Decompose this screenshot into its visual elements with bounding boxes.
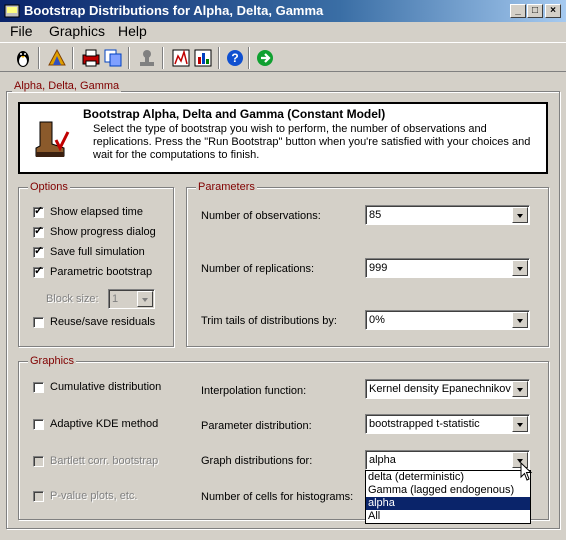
reuse-residuals-label[interactable]: Reuse/save residuals bbox=[50, 316, 155, 328]
reuse-residuals-checkbox[interactable] bbox=[33, 317, 44, 328]
graph-distributions-dropdown[interactable]: delta (deterministic) Gamma (lagged endo… bbox=[365, 470, 531, 524]
chevron-down-icon[interactable] bbox=[512, 381, 528, 397]
run-icon[interactable] bbox=[254, 47, 276, 69]
histogram-cells-label: Number of cells for histograms: bbox=[201, 491, 354, 503]
toolbar-separator bbox=[72, 47, 74, 69]
observations-label: Number of observations: bbox=[201, 210, 321, 222]
toolbar-separator bbox=[248, 47, 250, 69]
app-icon[interactable] bbox=[4, 3, 20, 19]
toolbar-separator bbox=[38, 47, 40, 69]
block-size-value: 1 bbox=[112, 293, 119, 305]
chevron-down-icon[interactable] bbox=[512, 260, 528, 276]
replications-value: 999 bbox=[369, 262, 388, 274]
chevron-down-icon[interactable] bbox=[512, 207, 528, 223]
graph-distributions-select[interactable]: alpha bbox=[365, 450, 530, 470]
menu-help[interactable]: Help bbox=[118, 23, 147, 39]
mouse-cursor-icon bbox=[520, 462, 533, 481]
graph-distributions-value: alpha bbox=[369, 454, 396, 466]
adaptive-kde-label[interactable]: Adaptive KDE method bbox=[50, 418, 158, 430]
show-elapsed-checkbox[interactable] bbox=[33, 204, 44, 218]
banner-title: Bootstrap Alpha, Delta and Gamma (Consta… bbox=[83, 107, 386, 121]
dropdown-option-selected[interactable]: alpha bbox=[366, 497, 530, 510]
interpolation-select[interactable]: Kernel density Epanechnikov bbox=[365, 379, 530, 399]
graph-distributions-label: Graph distributions for: bbox=[201, 455, 313, 467]
svg-text:?: ? bbox=[231, 51, 238, 65]
boot-icon bbox=[35, 121, 70, 157]
replications-select[interactable]: 999 bbox=[365, 258, 530, 278]
print-icon[interactable] bbox=[80, 47, 102, 69]
title-bar[interactable]: Bootstrap Distributions for Alpha, Delta… bbox=[0, 0, 566, 22]
observations-value: 85 bbox=[369, 209, 382, 221]
toolbar: ? bbox=[0, 42, 566, 72]
gauss-app-icon[interactable] bbox=[46, 47, 68, 69]
stamp-icon[interactable] bbox=[136, 47, 158, 69]
toolbar-separator bbox=[218, 47, 220, 69]
info-banner: Bootstrap Alpha, Delta and Gamma (Consta… bbox=[18, 102, 548, 174]
bartlett-checkbox bbox=[33, 456, 44, 467]
penguin-icon[interactable] bbox=[12, 47, 34, 69]
trim-tails-label: Trim tails of distributions by: bbox=[201, 315, 337, 327]
trim-tails-select[interactable]: 0% bbox=[365, 310, 530, 330]
maximize-button[interactable]: □ bbox=[527, 4, 543, 18]
parameter-distribution-select[interactable]: bootstrapped t-statistic bbox=[365, 414, 530, 434]
cumulative-label[interactable]: Cumulative distribution bbox=[50, 381, 161, 393]
menu-bar: File Graphics Help bbox=[0, 22, 566, 41]
graph-icon[interactable] bbox=[192, 47, 214, 69]
cumulative-checkbox[interactable] bbox=[33, 382, 44, 393]
menu-graphics[interactable]: Graphics bbox=[49, 23, 105, 39]
interpolation-label: Interpolation function: bbox=[201, 385, 307, 397]
copy-icon[interactable] bbox=[102, 47, 124, 69]
adaptive-kde-checkbox[interactable] bbox=[33, 419, 44, 430]
observations-select[interactable]: 85 bbox=[365, 205, 530, 225]
chevron-down-icon bbox=[137, 291, 153, 307]
dropdown-option[interactable]: All bbox=[366, 510, 530, 523]
main-frame-label: Alpha, Delta, Gamma bbox=[12, 80, 122, 92]
replications-label: Number of replications: bbox=[201, 263, 315, 275]
minimize-button[interactable]: _ bbox=[510, 4, 526, 18]
dropdown-option[interactable]: delta (deterministic) bbox=[366, 471, 530, 484]
pvalue-label: P-value plots, etc. bbox=[50, 490, 138, 502]
bartlett-label: Bartlett corr. bootstrap bbox=[50, 455, 159, 467]
show-progress-checkbox[interactable] bbox=[33, 224, 44, 238]
parameter-distribution-label: Parameter distribution: bbox=[201, 420, 312, 432]
parameter-distribution-value: bootstrapped t-statistic bbox=[369, 418, 480, 430]
show-progress-label[interactable]: Show progress dialog bbox=[50, 226, 156, 238]
chevron-down-icon[interactable] bbox=[512, 416, 528, 432]
interpolation-value: Kernel density Epanechnikov bbox=[369, 383, 511, 395]
block-size-select: 1 bbox=[108, 289, 155, 309]
trim-tails-value: 0% bbox=[369, 314, 385, 326]
toolbar-separator bbox=[162, 47, 164, 69]
chevron-down-icon[interactable] bbox=[512, 312, 528, 328]
parametric-checkbox[interactable] bbox=[33, 264, 44, 278]
dropdown-option[interactable]: Gamma (lagged endogenous) bbox=[366, 484, 530, 497]
parametric-label[interactable]: Parametric bootstrap bbox=[50, 266, 152, 278]
show-elapsed-label[interactable]: Show elapsed time bbox=[50, 206, 143, 218]
pvalue-checkbox bbox=[33, 491, 44, 502]
save-full-label[interactable]: Save full simulation bbox=[50, 246, 145, 258]
close-button[interactable]: × bbox=[545, 4, 561, 18]
parameters-group-label: Parameters bbox=[196, 181, 257, 193]
menu-file[interactable]: File bbox=[10, 23, 33, 39]
help-icon[interactable]: ? bbox=[224, 47, 246, 69]
options-group-label: Options bbox=[28, 181, 70, 193]
save-full-checkbox[interactable] bbox=[33, 244, 44, 258]
chart-icon[interactable] bbox=[170, 47, 192, 69]
block-size-label: Block size: bbox=[46, 293, 99, 305]
toolbar-separator bbox=[128, 47, 130, 69]
banner-description: Select the type of bootstrap you wish to… bbox=[93, 123, 531, 161]
graphics-group-label: Graphics bbox=[28, 355, 77, 367]
window-title: Bootstrap Distributions for Alpha, Delta… bbox=[24, 3, 324, 18]
